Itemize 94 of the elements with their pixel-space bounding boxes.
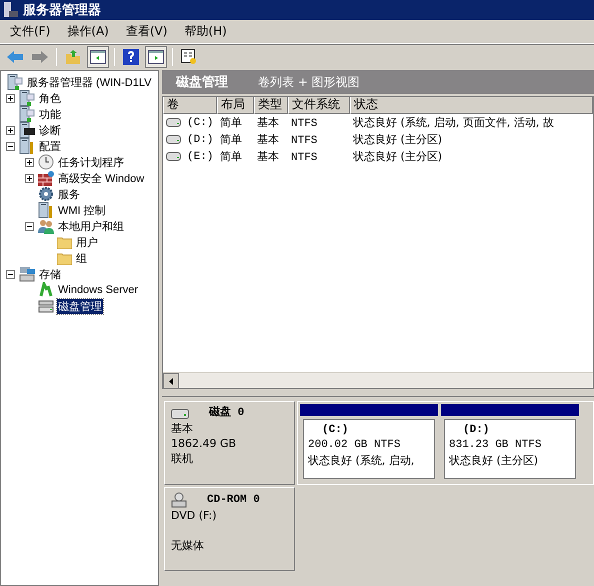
tree-item[interactable]: 任务计划程序 [57,154,125,170]
drive-icon [38,299,54,313]
disk-name: CD-ROM 0 [207,492,260,508]
tree-item[interactable]: 配置 [38,138,62,154]
monitor-icon [19,122,35,138]
folder-icon [57,236,72,248]
tree-item[interactable]: 高级安全 Window [57,170,146,186]
server-icon [19,106,35,122]
tools-icon [19,138,35,154]
column-header[interactable]: 卷 [163,97,217,114]
server-icon [19,90,35,106]
disk-info: 1862.49 GB [171,436,238,451]
table-cell-text: 基本 [256,132,280,147]
disk-info: DVD (F:) [171,508,218,523]
gear-icon [38,186,54,202]
brick-wall-icon [38,170,54,186]
table-cell-text: 状态良好 (系统, 启动, 页面文件, 活动, 故 [352,115,555,130]
menu-item[interactable]: 操作(A) [61,23,120,40]
partition-name: (C:) [321,423,350,438]
expand-toggle[interactable] [25,158,34,166]
toolbar-button[interactable] [145,46,167,68]
tree-item[interactable]: 用户 [75,234,99,250]
cd-drive-icon [171,492,187,508]
partition-block[interactable]: (D:) 831.23 GB NTFS 状态良好 (主分区) [441,404,579,482]
tree-item[interactable]: Windows Server [57,284,140,296]
table-cell-text: 简单 [219,132,243,147]
forward-arrow-icon [32,50,48,62]
partition-size: 200.02 GB NTFS [308,438,402,453]
table-cell-text: 简单 [219,115,243,130]
toolbar-button[interactable] [87,46,109,68]
left-arrow-icon [169,378,173,384]
tree-item[interactable]: 角色 [38,90,62,106]
column-header[interactable]: 文件系统 [288,97,350,114]
disk-info: 联机 [171,451,194,466]
table-cell-text: NTFS [290,134,318,146]
expand-toggle[interactable] [6,94,15,102]
menu-item[interactable]: 帮助(H) [178,23,238,40]
tree-item[interactable]: 磁盘管理 [57,298,103,314]
partition-block[interactable]: (C:) 200.02 GB NTFS 状态良好 (系统, 启动, [300,404,438,482]
tools-icon [38,202,54,218]
tree-item[interactable]: 本地用户和组 [57,218,125,234]
table-cell: (D:) [187,134,214,146]
table-cell-text: 简单 [219,149,243,164]
users-icon [38,218,54,234]
tree-item[interactable]: 功能 [38,106,62,122]
partition-status: 状态良好 (系统, 启动, [308,453,416,468]
volume-icon [166,135,181,144]
tree-item[interactable]: 服务 [57,186,81,202]
server-icon [7,74,23,90]
properties-icon [181,48,197,64]
column-header[interactable]: 类型 [254,97,288,114]
help-icon [123,48,139,64]
hide-pane-icon [90,50,106,64]
menu-item[interactable]: 文件(F) [4,23,62,40]
menu-item[interactable]: 查看(V) [120,23,178,40]
volume-icon [166,118,181,127]
table-cell-text: 状态良好 (主分区) [352,132,444,147]
folder-up-icon [65,48,81,64]
expand-toggle[interactable] [25,174,34,182]
partition-status: 状态良好 (主分区) [449,453,540,468]
table-cell: (C:) [187,116,214,128]
partition-size: 831.23 GB NTFS [449,438,542,453]
table-cell-text: NTFS [290,150,318,164]
storage-icon [19,266,35,282]
back-arrow-icon [7,50,23,62]
tree-item[interactable]: 组 [75,250,88,266]
table-cell-text: 基本 [256,149,280,164]
clock-icon [38,154,54,170]
show-pane-icon [148,50,164,64]
tree-item[interactable]: 服务器管理器 (WIN-D1LV [26,74,152,90]
tree-item[interactable]: 诊断 [38,122,62,138]
table-cell-text: 状态良好 (主分区) [352,149,444,164]
scroll-left-button[interactable] [163,373,179,389]
table-cell: (E:) [187,150,214,162]
table-cell-text: NTFS [290,116,318,130]
disk-info: 基本 [171,421,194,436]
column-header[interactable]: 布局 [217,97,254,114]
tree-item[interactable]: WMI 控制 [57,202,107,218]
volume-icon [166,152,181,161]
disk-name: 磁盘 0 [209,406,244,421]
table-cell-text: 基本 [256,115,280,130]
expand-toggle[interactable] [6,126,15,134]
collapse-toggle[interactable] [25,222,34,230]
pane-title: 磁盘管理 [176,74,228,91]
view-label: 卷列表 + 图形视图 [258,74,360,90]
tree-item[interactable]: 存储 [38,266,62,282]
window-title: 服务器管理器 [23,2,101,19]
partition-name: (D:) [462,423,490,438]
server-icon [3,2,19,18]
collapse-toggle[interactable] [6,142,15,150]
disk-info: 无媒体 [171,538,205,553]
column-header[interactable]: 状态 [350,97,593,114]
collapse-toggle[interactable] [6,270,15,278]
folder-icon [57,252,72,264]
